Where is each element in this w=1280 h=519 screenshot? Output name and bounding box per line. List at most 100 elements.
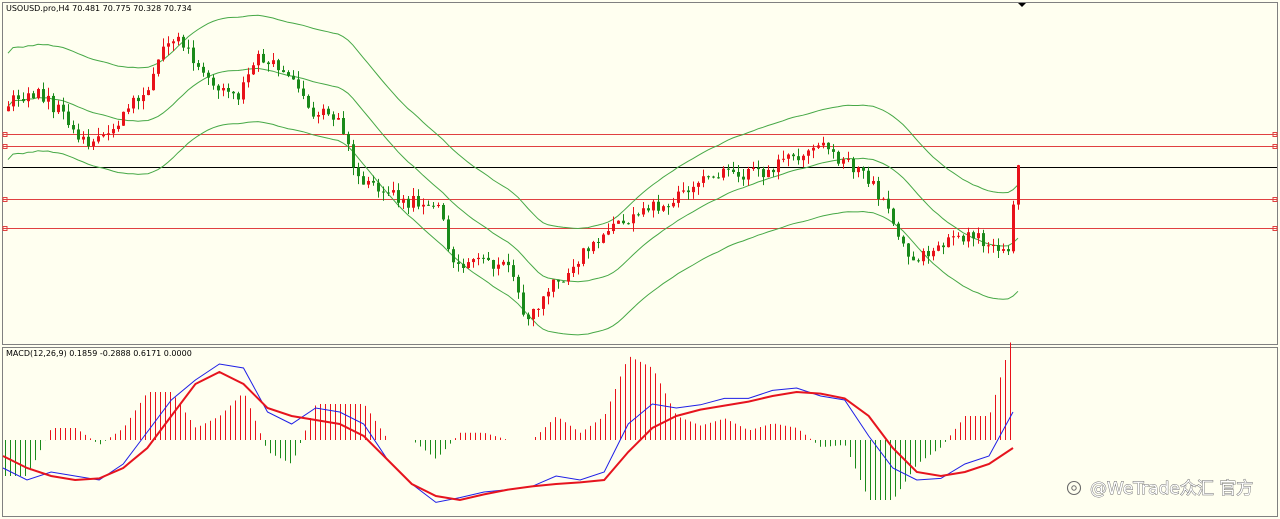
candle-body bbox=[802, 155, 805, 161]
candle-body bbox=[587, 248, 590, 252]
candle-body bbox=[442, 204, 445, 220]
candle-body bbox=[527, 314, 530, 320]
candle-body bbox=[492, 260, 495, 269]
candle-body bbox=[702, 176, 705, 183]
candle-body bbox=[872, 180, 875, 184]
candle-body bbox=[777, 159, 780, 173]
candle-body bbox=[142, 95, 145, 102]
candle-body bbox=[782, 158, 785, 160]
candle-body bbox=[187, 47, 190, 49]
candle-body bbox=[917, 260, 920, 262]
candle-body bbox=[197, 63, 200, 67]
candle-body bbox=[157, 59, 160, 74]
candle-body bbox=[572, 266, 575, 274]
candle-body bbox=[732, 169, 735, 173]
candle-body bbox=[62, 104, 65, 112]
candle-body bbox=[757, 167, 760, 170]
candle-body bbox=[652, 201, 655, 211]
candle-body bbox=[507, 261, 510, 266]
candle-body bbox=[752, 167, 755, 169]
candle-body bbox=[32, 93, 35, 99]
candle-body bbox=[907, 243, 910, 257]
candle-body bbox=[532, 308, 535, 320]
candle-body bbox=[487, 257, 490, 261]
candle-body bbox=[262, 53, 265, 63]
main-pane-label: USOUSD.pro,H4 70.481 70.775 70.328 70.73… bbox=[6, 4, 192, 13]
candle-body bbox=[282, 70, 285, 73]
candle-body bbox=[827, 142, 830, 150]
candle-body bbox=[222, 87, 225, 91]
candle-body bbox=[987, 245, 990, 247]
candle-body bbox=[602, 234, 605, 243]
candle-body bbox=[557, 279, 560, 282]
candle-body bbox=[117, 125, 120, 130]
candle-body bbox=[812, 147, 815, 151]
candle-body bbox=[352, 144, 355, 168]
candle-body bbox=[607, 231, 610, 235]
candle-body bbox=[227, 87, 230, 92]
candle-body bbox=[107, 133, 110, 135]
candle-body bbox=[542, 296, 545, 309]
candle-body bbox=[82, 136, 85, 140]
candle-body bbox=[637, 214, 640, 216]
candle-body bbox=[857, 167, 860, 173]
macd-lines bbox=[2, 363, 1014, 503]
candle-body bbox=[942, 245, 945, 248]
candle-body bbox=[737, 172, 740, 177]
macd-pane-label: MACD(12,26,9) 0.1859 -0.2888 0.6171 0.00… bbox=[6, 349, 192, 358]
candle-body bbox=[717, 177, 720, 179]
candle-body bbox=[562, 281, 565, 283]
candle-body bbox=[127, 108, 130, 112]
candle-body bbox=[882, 198, 885, 200]
candle-body bbox=[102, 134, 105, 137]
candle-body bbox=[997, 245, 1000, 251]
candle-body bbox=[972, 232, 975, 239]
candle-body bbox=[842, 159, 845, 164]
candle-body bbox=[362, 176, 365, 185]
candle-body bbox=[167, 43, 170, 47]
candle-body bbox=[1002, 249, 1005, 251]
candle-body bbox=[682, 190, 685, 192]
candle-body bbox=[462, 263, 465, 268]
candle-body bbox=[402, 198, 405, 203]
band-middle bbox=[7, 67, 1019, 283]
candle-body bbox=[727, 168, 730, 170]
shift-marker-icon bbox=[1018, 3, 1026, 7]
candle-body bbox=[967, 232, 970, 242]
candle-body bbox=[192, 47, 195, 64]
candle-body bbox=[697, 182, 700, 187]
candle-body bbox=[947, 237, 950, 248]
candle-body bbox=[337, 117, 340, 120]
candle-body bbox=[897, 223, 900, 237]
candle-body bbox=[457, 262, 460, 264]
candle-body bbox=[867, 170, 870, 184]
candle-body bbox=[272, 60, 275, 65]
candle-body bbox=[567, 273, 570, 282]
candle-body bbox=[1007, 249, 1010, 252]
candle-body bbox=[957, 235, 960, 237]
candle-body bbox=[392, 190, 395, 193]
candle-body bbox=[387, 192, 390, 194]
candle-body bbox=[837, 151, 840, 164]
candle-body bbox=[552, 279, 555, 292]
candle-body bbox=[162, 46, 165, 60]
candle-body bbox=[242, 82, 245, 100]
candle-body bbox=[952, 236, 955, 238]
candle-body bbox=[302, 88, 305, 96]
candle-body bbox=[307, 95, 310, 108]
candle-body bbox=[627, 223, 630, 225]
candle-body bbox=[67, 111, 70, 126]
candle-body bbox=[677, 191, 680, 203]
candle-body bbox=[327, 108, 330, 115]
signal-line bbox=[2, 370, 1014, 502]
candle-body bbox=[512, 265, 515, 277]
watermark: @WeTrade众汇 官方 bbox=[1090, 479, 1253, 499]
candle-body bbox=[662, 206, 665, 211]
candle-body bbox=[502, 261, 505, 265]
candle-body bbox=[547, 291, 550, 297]
candle-body bbox=[1017, 165, 1020, 205]
candle-body bbox=[852, 158, 855, 173]
candle-body bbox=[807, 150, 810, 156]
candle-body bbox=[22, 99, 25, 102]
candle-body bbox=[377, 182, 380, 192]
